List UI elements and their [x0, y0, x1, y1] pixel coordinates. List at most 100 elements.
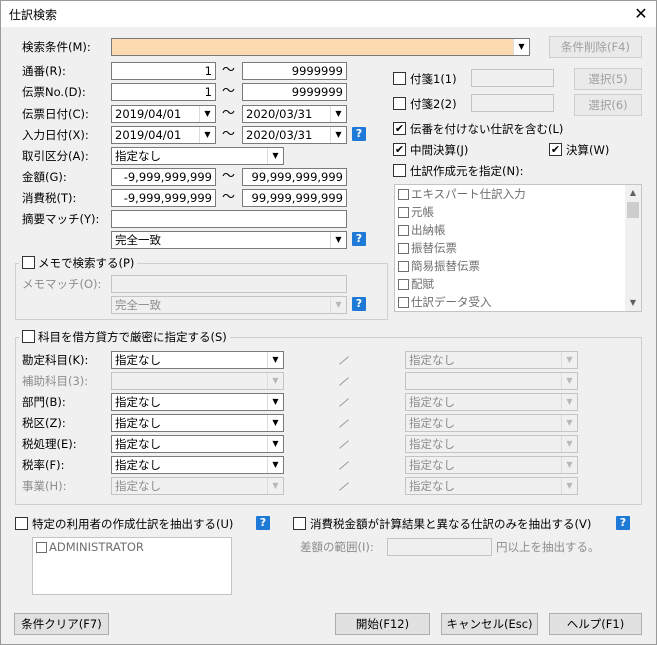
- debit-combo[interactable]: 指定なし ▼: [111, 393, 284, 411]
- source-list-item[interactable]: エキスパート仕訳入力: [395, 185, 641, 203]
- user-listbox[interactable]: ADMINISTRATOR: [32, 537, 232, 595]
- source-item-checkbox[interactable]: [398, 243, 409, 254]
- sticky2-checkbox[interactable]: [393, 97, 406, 110]
- debit-combo[interactable]: 指定なし ▼: [111, 477, 284, 495]
- help-icon[interactable]: ?: [256, 516, 270, 530]
- input-date-from-picker[interactable]: 2019/04/01 ▼: [111, 126, 216, 144]
- debit-combo[interactable]: 指定なし ▼: [111, 456, 284, 474]
- delete-condition-button[interactable]: 条件削除(F4): [549, 36, 642, 58]
- source-list-item[interactable]: 仕訳データ受入: [395, 293, 641, 311]
- voucher-date-to-picker[interactable]: 2020/03/31 ▼: [242, 105, 347, 123]
- source-item-checkbox[interactable]: [398, 297, 409, 308]
- chevron-down-icon[interactable]: ▼: [267, 415, 283, 431]
- sticky2-input[interactable]: [471, 94, 554, 112]
- debit-combo[interactable]: 指定なし ▼: [111, 351, 284, 369]
- source-item-checkbox[interactable]: [398, 189, 409, 200]
- help-icon[interactable]: ?: [352, 127, 366, 141]
- sticky1-checkbox[interactable]: [393, 72, 406, 85]
- chevron-down-icon[interactable]: ▼: [561, 394, 577, 410]
- chevron-down-icon[interactable]: ▼: [199, 106, 215, 122]
- source-checkbox[interactable]: [393, 164, 406, 177]
- credit-combo[interactable]: 指定なし ▼: [405, 393, 578, 411]
- chevron-down-icon[interactable]: ▼: [199, 127, 215, 143]
- credit-combo[interactable]: 指定なし ▼: [405, 477, 578, 495]
- tax-to-input[interactable]: 99,999,999,999: [242, 189, 347, 207]
- strict-accounts-checkbox[interactable]: [22, 330, 35, 343]
- tax-diff-checkbox[interactable]: [293, 517, 306, 530]
- source-item-checkbox[interactable]: [398, 261, 409, 272]
- source-scrollbar[interactable]: ▲ ▼: [625, 185, 641, 311]
- chevron-down-icon[interactable]: ▼: [561, 457, 577, 473]
- help-icon[interactable]: ?: [616, 516, 630, 530]
- debit-combo[interactable]: 指定なし ▼: [111, 435, 284, 453]
- start-button[interactable]: 開始(F12): [335, 613, 430, 635]
- credit-combo[interactable]: 指定なし ▼: [405, 414, 578, 432]
- amount-to-input[interactable]: 99,999,999,999: [242, 168, 347, 186]
- chevron-down-icon[interactable]: ▼: [561, 373, 577, 389]
- chevron-down-icon[interactable]: ▼: [561, 415, 577, 431]
- source-list-item[interactable]: 振替伝票: [395, 239, 641, 257]
- credit-combo[interactable]: 指定なし ▼: [405, 456, 578, 474]
- chevron-down-icon[interactable]: ▼: [513, 39, 529, 55]
- search-condition-combo[interactable]: ▼: [111, 38, 530, 56]
- interim-settlement-checkbox[interactable]: ✔: [393, 143, 406, 156]
- chevron-down-icon[interactable]: ▼: [330, 297, 346, 313]
- source-item-checkbox[interactable]: [398, 279, 409, 290]
- include-unnumbered-checkbox[interactable]: ✔: [393, 122, 406, 135]
- sticky2-select-button[interactable]: 選択(6): [574, 94, 642, 116]
- chevron-down-icon[interactable]: ▼: [267, 457, 283, 473]
- sticky1-select-button[interactable]: 選択(5): [574, 68, 642, 90]
- scroll-up-icon[interactable]: ▲: [625, 185, 641, 201]
- close-icon[interactable]: ✕: [626, 1, 656, 27]
- serial-from-input[interactable]: 1: [111, 62, 216, 80]
- scroll-down-icon[interactable]: ▼: [625, 295, 641, 311]
- chevron-down-icon[interactable]: ▼: [330, 106, 346, 122]
- chevron-down-icon[interactable]: ▼: [267, 478, 283, 494]
- serial-to-input[interactable]: 9999999: [242, 62, 347, 80]
- chevron-down-icon[interactable]: ▼: [267, 436, 283, 452]
- source-item-checkbox[interactable]: [398, 207, 409, 218]
- chevron-down-icon[interactable]: ▼: [267, 373, 283, 389]
- cancel-button[interactable]: キャンセル(Esc): [441, 613, 538, 635]
- chevron-down-icon[interactable]: ▼: [267, 394, 283, 410]
- voucher-no-from-input[interactable]: 1: [111, 83, 216, 101]
- credit-combo[interactable]: ▼: [405, 372, 578, 390]
- source-list-item[interactable]: 簡易振替伝票: [395, 257, 641, 275]
- chevron-down-icon[interactable]: ▼: [267, 148, 283, 164]
- transaction-type-combo[interactable]: 指定なし ▼: [111, 147, 284, 165]
- chevron-down-icon[interactable]: ▼: [267, 352, 283, 368]
- settlement-checkbox[interactable]: ✔: [549, 143, 562, 156]
- source-list-item[interactable]: 出納帳: [395, 221, 641, 239]
- clear-conditions-button[interactable]: 条件クリア(F7): [14, 613, 109, 635]
- amount-from-input[interactable]: -9,999,999,999: [111, 168, 216, 186]
- scroll-thumb[interactable]: [627, 202, 639, 218]
- voucher-no-to-input[interactable]: 9999999: [242, 83, 347, 101]
- chevron-down-icon[interactable]: ▼: [561, 478, 577, 494]
- specific-user-checkbox[interactable]: [15, 517, 28, 530]
- memo-match-mode-combo[interactable]: 完全一致 ▼: [111, 296, 347, 314]
- help-icon[interactable]: ?: [352, 297, 366, 311]
- debit-combo[interactable]: 指定なし ▼: [111, 414, 284, 432]
- source-list-item[interactable]: 元帳: [395, 203, 641, 221]
- chevron-down-icon[interactable]: ▼: [330, 232, 346, 248]
- memo-search-checkbox[interactable]: [22, 256, 35, 269]
- summary-match-mode-combo[interactable]: 完全一致 ▼: [111, 231, 347, 249]
- user-item-checkbox[interactable]: [36, 542, 47, 553]
- input-date-to-picker[interactable]: 2020/03/31 ▼: [242, 126, 347, 144]
- source-list-item[interactable]: 配賦: [395, 275, 641, 293]
- chevron-down-icon[interactable]: ▼: [330, 127, 346, 143]
- chevron-down-icon[interactable]: ▼: [561, 352, 577, 368]
- tax-from-input[interactable]: -9,999,999,999: [111, 189, 216, 207]
- user-list-item[interactable]: ADMINISTRATOR: [33, 538, 231, 556]
- source-item-checkbox[interactable]: [398, 225, 409, 236]
- voucher-date-from-picker[interactable]: 2019/04/01 ▼: [111, 105, 216, 123]
- memo-match-input[interactable]: [111, 275, 347, 293]
- credit-combo[interactable]: 指定なし ▼: [405, 435, 578, 453]
- credit-combo[interactable]: 指定なし ▼: [405, 351, 578, 369]
- debit-combo[interactable]: ▼: [111, 372, 284, 390]
- help-button[interactable]: ヘルプ(F1): [549, 613, 642, 635]
- summary-match-input[interactable]: [111, 210, 347, 228]
- source-listbox[interactable]: エキスパート仕訳入力 元帳 出納帳 振替伝票 簡易振替伝票 配賦 仕訳データ受入 ▲ ▼: [394, 184, 642, 312]
- tax-diff-range-input[interactable]: [387, 538, 492, 556]
- help-icon[interactable]: ?: [352, 232, 366, 246]
